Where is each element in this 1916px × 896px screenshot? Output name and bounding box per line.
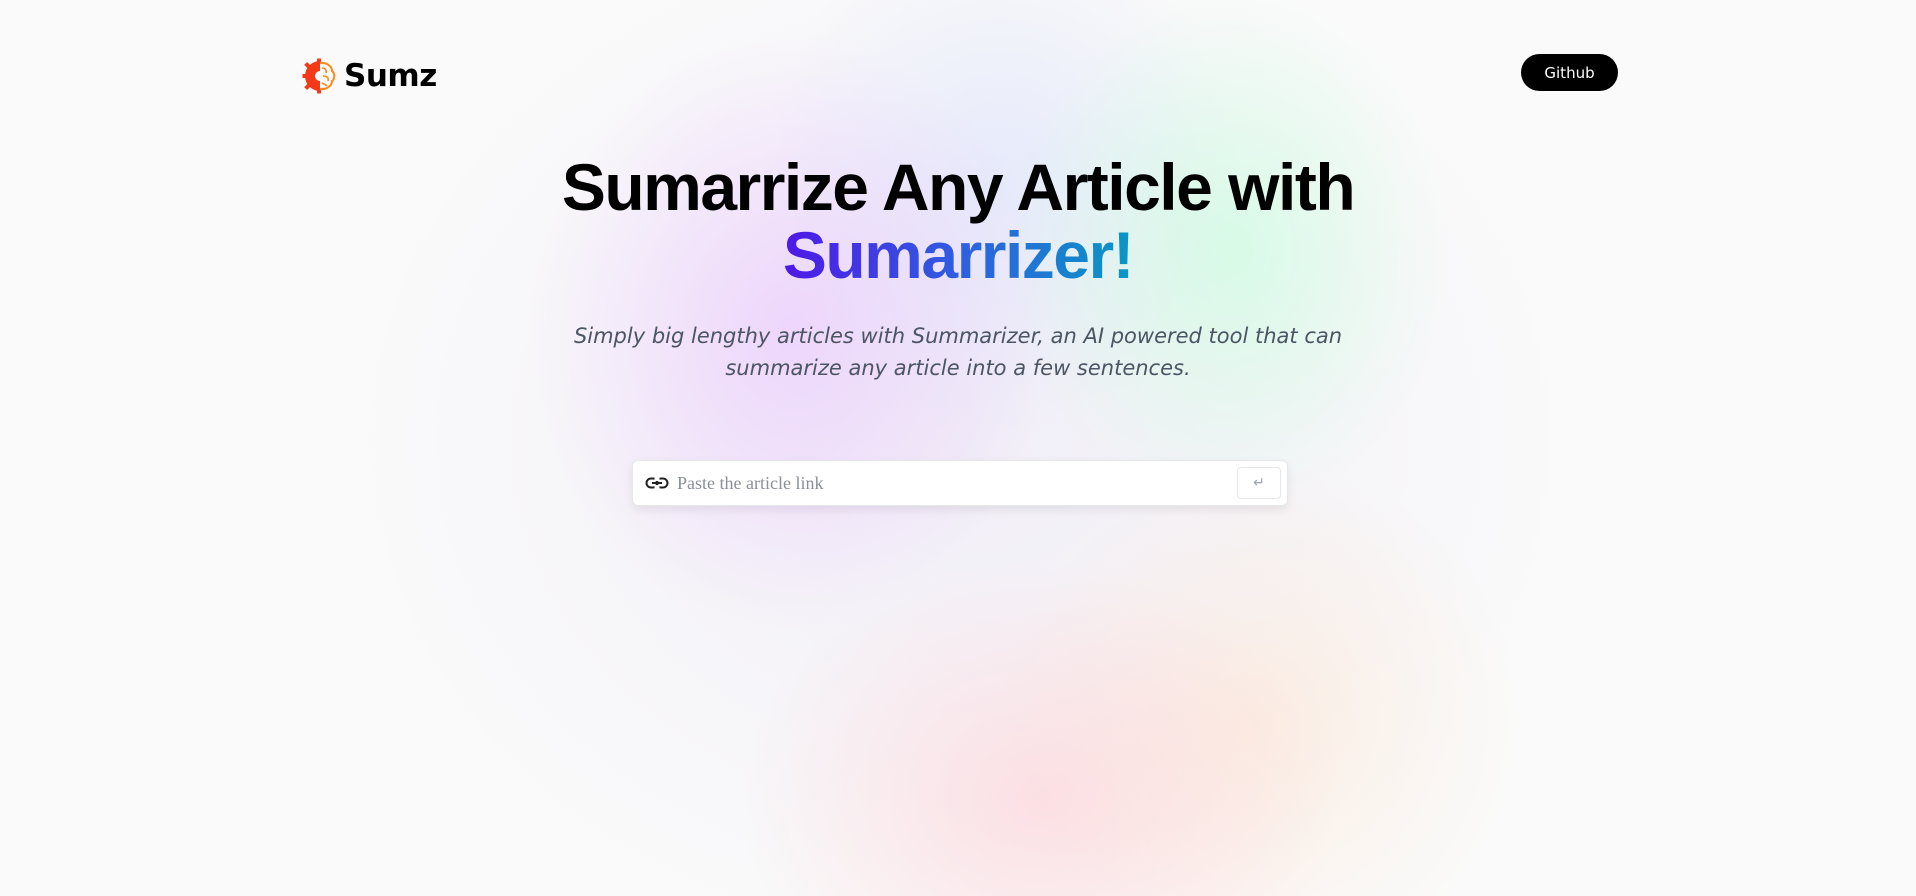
logo[interactable]: Sumz — [302, 58, 437, 94]
github-button[interactable]: Github — [1521, 54, 1618, 91]
logo-text: Sumz — [344, 58, 437, 94]
hero-title-line: Sumarrize Any Article with — [561, 150, 1356, 224]
brain-gear-icon — [302, 58, 336, 94]
hero-title-accent: Sumarrizer! — [782, 218, 1135, 292]
hero-subtitle: Simply big lengthy articles with Summari… — [573, 324, 1343, 380]
background-gradient — [0, 0, 1916, 896]
submit-button[interactable]: ↵ — [1237, 467, 1281, 499]
article-link-input[interactable] — [677, 467, 1217, 499]
summarize-form: ↵ — [632, 460, 1288, 506]
link-icon — [645, 477, 669, 489]
hero-title: Sumarrize Any Article with Sumarrizer! — [0, 153, 1916, 289]
enter-icon: ↵ — [1253, 475, 1265, 491]
